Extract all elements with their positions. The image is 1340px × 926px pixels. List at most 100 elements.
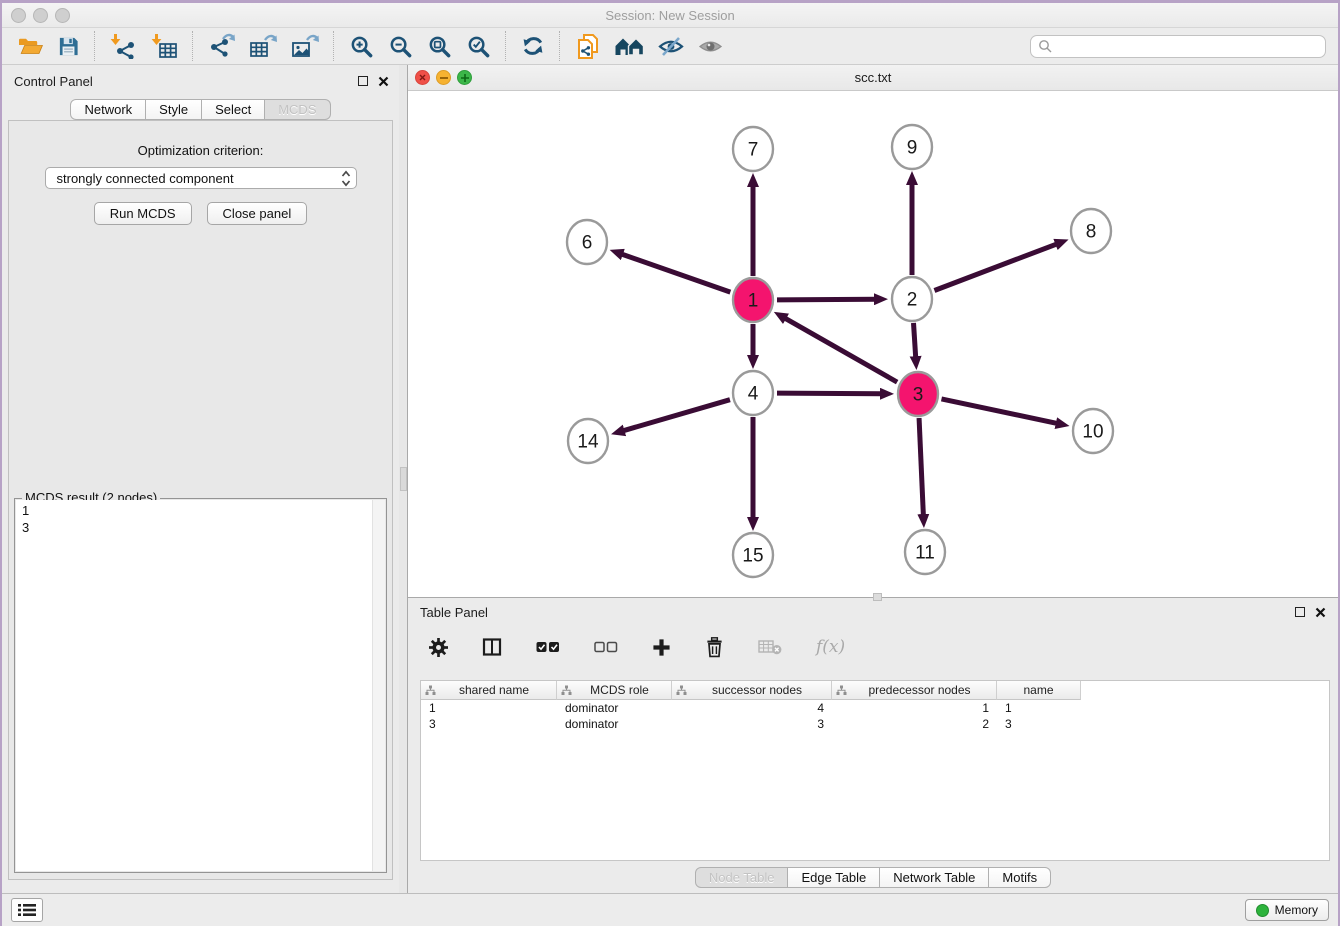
export-image-button[interactable]: [284, 30, 326, 62]
column-header-shared-name[interactable]: shared name: [421, 681, 557, 700]
list-icon: [18, 903, 36, 917]
tab-network-table[interactable]: Network Table: [880, 867, 989, 888]
table-row[interactable]: 1dominator411: [421, 700, 1329, 716]
split-view-button[interactable]: [475, 631, 509, 663]
graph-node-1[interactable]: 1: [733, 278, 773, 322]
duplicate-network-button[interactable]: [568, 30, 608, 62]
table-settings-button[interactable]: [422, 631, 455, 663]
export-table-button[interactable]: [242, 30, 284, 62]
save-session-button[interactable]: [50, 30, 87, 62]
graph-edge-3-1[interactable]: [784, 318, 897, 382]
duplicate-network-icon: [575, 33, 601, 60]
graph-edge-2-3[interactable]: [914, 323, 916, 358]
column-header-name[interactable]: name: [997, 681, 1081, 700]
table-panel: Table Panel: [408, 597, 1338, 896]
graph-node-6[interactable]: 6: [567, 220, 607, 264]
table-cell[interactable]: dominator: [557, 717, 672, 731]
graph-edge-3-10[interactable]: [941, 399, 1057, 424]
close-panel-icon[interactable]: [378, 76, 389, 87]
graph-node-11[interactable]: 11: [905, 530, 945, 574]
eye-icon: [698, 36, 723, 57]
window-title: Session: New Session: [2, 8, 1338, 23]
column-header-successor-nodes[interactable]: successor nodes: [672, 681, 832, 700]
app-window: Session: New Session: [0, 0, 1340, 926]
select-stepper-icon: [341, 170, 351, 187]
table-cell[interactable]: 3: [997, 717, 1081, 731]
table-cell[interactable]: 4: [672, 701, 832, 715]
network-titlebar: scc.txt: [408, 65, 1338, 91]
graph-edge-2-8[interactable]: [934, 244, 1057, 291]
table-cell[interactable]: 2: [832, 717, 997, 731]
refresh-layout-button[interactable]: [514, 30, 552, 62]
column-header-MCDS-role[interactable]: MCDS role: [557, 681, 672, 700]
network-view-window: scc.txt 7 9 6 8 1 2 4 3 14 10 15 11: [408, 65, 1338, 597]
graph-node-10[interactable]: 10: [1073, 409, 1113, 453]
zoom-fit-icon: [427, 34, 452, 59]
export-network-button[interactable]: [201, 30, 242, 62]
column-header-predecessor-nodes[interactable]: predecessor nodes: [832, 681, 997, 700]
table-cell[interactable]: 1: [421, 701, 557, 715]
zoom-in-button[interactable]: [342, 30, 381, 62]
function-builder-button[interactable]: f(x): [809, 631, 852, 663]
run-mcds-button[interactable]: Run MCDS: [94, 202, 192, 225]
tab-edge-table[interactable]: Edge Table: [788, 867, 880, 888]
tab-network[interactable]: Network: [70, 99, 146, 120]
graph-node-7[interactable]: 7: [733, 127, 773, 171]
zoom-selected-button[interactable]: [459, 30, 498, 62]
graph-edge-3-11[interactable]: [919, 418, 923, 516]
criterion-select[interactable]: strongly connected component: [45, 167, 357, 189]
network-canvas[interactable]: 7 9 6 8 1 2 4 3 14 10 15 11: [408, 91, 1338, 597]
toolbar-separator: [94, 31, 96, 61]
graph-node-2[interactable]: 2: [892, 277, 932, 321]
graph-edge-4-3[interactable]: [777, 393, 882, 394]
tab-motifs[interactable]: Motifs: [989, 867, 1051, 888]
float-panel-icon[interactable]: [358, 76, 368, 86]
delete-table-button[interactable]: [751, 631, 789, 663]
hide-selected-button[interactable]: [651, 30, 691, 62]
table-cell[interactable]: 1: [997, 701, 1081, 715]
delete-column-button[interactable]: [698, 631, 731, 663]
first-neighbors-button[interactable]: [608, 30, 651, 62]
graph-node-4[interactable]: 4: [733, 371, 773, 415]
graph-node-8[interactable]: 8: [1071, 209, 1111, 253]
graph-node-15[interactable]: 15: [733, 533, 773, 577]
tab-mcds[interactable]: MCDS: [265, 99, 330, 120]
tab-select[interactable]: Select: [202, 99, 265, 120]
close-table-panel-icon[interactable]: [1315, 607, 1326, 618]
float-table-panel-icon[interactable]: [1295, 607, 1305, 617]
search-box[interactable]: [1030, 35, 1326, 58]
table-cell[interactable]: dominator: [557, 701, 672, 715]
graph-node-3[interactable]: 3: [898, 372, 938, 416]
result-scrollbar[interactable]: [372, 500, 385, 871]
optimization-criterion-label: Optimization criterion:: [9, 143, 392, 158]
table-panel-tabs: Node TableEdge TableNetwork TableMotifs: [408, 867, 1338, 888]
zoom-fit-button[interactable]: [420, 30, 459, 62]
tab-node-table[interactable]: Node Table: [695, 867, 789, 888]
graph-edge-4-14[interactable]: [623, 400, 730, 431]
task-history-button[interactable]: [11, 898, 43, 922]
import-network-button[interactable]: [103, 30, 144, 62]
zoom-out-button[interactable]: [381, 30, 420, 62]
graph-node-9[interactable]: 9: [892, 125, 932, 169]
table-cell[interactable]: 1: [832, 701, 997, 715]
graph-edge-1-6[interactable]: [621, 254, 730, 292]
deselect-all-button[interactable]: [587, 631, 625, 663]
table-cell[interactable]: 3: [421, 717, 557, 731]
import-table-button[interactable]: [144, 30, 185, 62]
mcds-result-text[interactable]: 1 3: [16, 500, 385, 871]
show-all-button[interactable]: [691, 30, 730, 62]
svg-text:4: 4: [748, 384, 759, 405]
add-column-button[interactable]: [645, 631, 678, 663]
graph-node-14[interactable]: 14: [568, 419, 608, 463]
open-session-button[interactable]: [10, 30, 50, 62]
table-cell[interactable]: 3: [672, 717, 832, 731]
panel-divider[interactable]: [399, 65, 408, 896]
table-row[interactable]: 3dominator323: [421, 716, 1329, 732]
svg-text:3: 3: [913, 385, 924, 406]
graph-edge-1-2[interactable]: [777, 299, 876, 300]
select-all-button[interactable]: [529, 631, 567, 663]
tab-style[interactable]: Style: [146, 99, 202, 120]
close-panel-button[interactable]: Close panel: [207, 202, 308, 225]
memory-button[interactable]: Memory: [1245, 899, 1329, 921]
search-input[interactable]: [1057, 38, 1318, 54]
